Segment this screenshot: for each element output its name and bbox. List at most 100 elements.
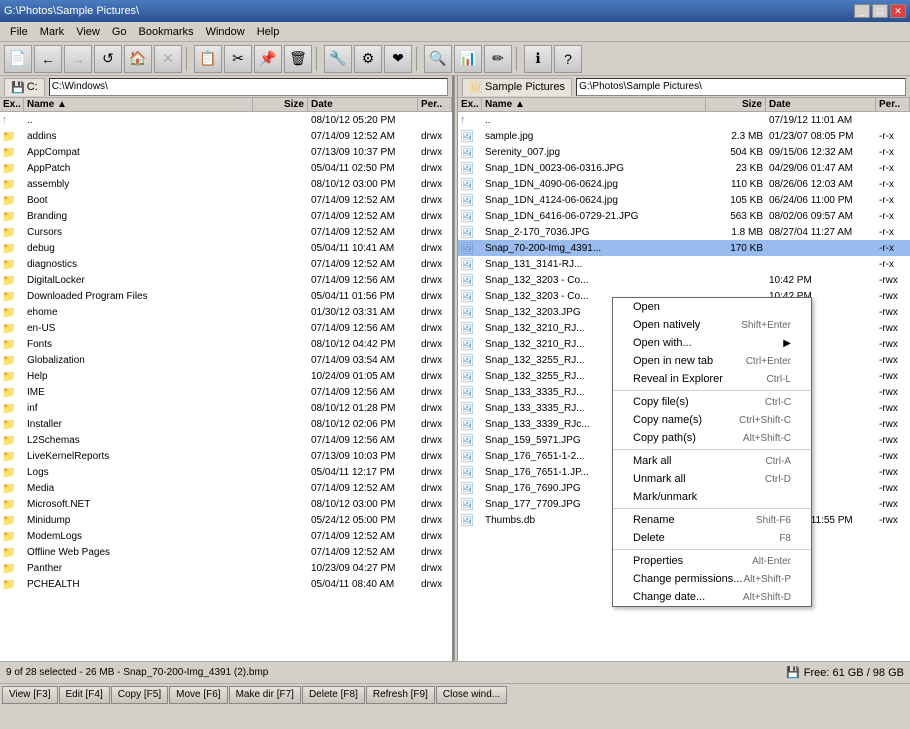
edit-button[interactable]: ✏ bbox=[484, 45, 512, 73]
left-list-item[interactable]: 📁 inf 08/10/12 01:28 PM drwx bbox=[0, 400, 452, 416]
left-list-item[interactable]: 📁 Panther 10/23/09 04:27 PM drwx bbox=[0, 560, 452, 576]
left-col-date[interactable]: Date bbox=[308, 98, 418, 111]
left-list-item[interactable]: 📁 Globalization 07/14/09 03:54 AM drwx bbox=[0, 352, 452, 368]
back-button[interactable]: ← bbox=[34, 45, 62, 73]
left-list-item[interactable]: 📁 Logs 05/04/11 12:17 PM drwx bbox=[0, 464, 452, 480]
maximize-button[interactable]: □ bbox=[872, 4, 888, 18]
stop-button[interactable]: ✕ bbox=[154, 45, 182, 73]
right-list-item[interactable]: 🖼 Snap_1DN_4124-06-0624.jpg 105 KB 06/24… bbox=[458, 192, 910, 208]
right-col-name[interactable]: Name ▲ bbox=[482, 98, 706, 111]
copy-button[interactable]: 📋 bbox=[194, 45, 222, 73]
right-list-item[interactable]: 🖼 Snap_1DN_4090-06-0624.jpg 110 KB 08/26… bbox=[458, 176, 910, 192]
ctx-item-unmark-all[interactable]: Unmark allCtrl-D bbox=[613, 470, 811, 488]
bottom-btn-view[interactable]: View [F3] bbox=[2, 686, 58, 704]
menu-item-view[interactable]: View bbox=[70, 24, 106, 40]
bottom-btn-copy[interactable]: Copy [F5] bbox=[111, 686, 168, 704]
ctx-item-properties[interactable]: PropertiesAlt-Enter bbox=[613, 552, 811, 570]
menu-item-file[interactable]: File bbox=[4, 24, 34, 40]
left-list-item[interactable]: 📁 Downloaded Program Files 05/04/11 01:5… bbox=[0, 288, 452, 304]
right-list-item[interactable]: 🖼 Snap_132_3203 - Co... 10:42 PM -rwx bbox=[458, 272, 910, 288]
menu-item-window[interactable]: Window bbox=[200, 24, 251, 40]
left-list-item[interactable]: 📁 IME 07/14/09 12:56 AM drwx bbox=[0, 384, 452, 400]
left-list-item[interactable]: 📁 Help 10/24/09 01:05 AM drwx bbox=[0, 368, 452, 384]
delete-button[interactable]: 🗑 bbox=[284, 45, 312, 73]
right-col-date[interactable]: Date bbox=[766, 98, 876, 111]
ctx-item-copy-files[interactable]: Copy file(s)Ctrl-C bbox=[613, 393, 811, 411]
help-button[interactable]: ? bbox=[554, 45, 582, 73]
view-button[interactable]: 📊 bbox=[454, 45, 482, 73]
ctx-item-open-in-new-tab[interactable]: Open in new tabCtrl+Enter bbox=[613, 352, 811, 370]
menu-item-bookmarks[interactable]: Bookmarks bbox=[133, 24, 200, 40]
right-path-input[interactable] bbox=[576, 78, 906, 96]
left-list-item[interactable]: 📁 assembly 08/10/12 03:00 PM drwx bbox=[0, 176, 452, 192]
right-list-item[interactable]: 🖼 Snap_2-170_7036.JPG 1.8 MB 08/27/04 11… bbox=[458, 224, 910, 240]
left-list-item[interactable]: 📁 ehome 01/30/12 03:31 AM drwx bbox=[0, 304, 452, 320]
new-tab-button[interactable]: 📄 bbox=[4, 45, 32, 73]
right-list-item[interactable]: 🖼 Serenity_007.jpg 504 KB 09/15/06 12:32… bbox=[458, 144, 910, 160]
right-list-item[interactable]: ↑ .. 07/19/12 11:01 AM bbox=[458, 112, 910, 128]
right-list-item[interactable]: 🖼 sample.jpg 2.3 MB 01/23/07 08:05 PM -r… bbox=[458, 128, 910, 144]
left-list-item[interactable]: 📁 Installer 08/10/12 02:06 PM drwx bbox=[0, 416, 452, 432]
left-list-item[interactable]: 📁 addins 07/14/09 12:52 AM drwx bbox=[0, 128, 452, 144]
bottom-btn-makedir[interactable]: Make dir [F7] bbox=[229, 686, 301, 704]
right-list-item[interactable]: 🖼 Snap_131_3141-RJ... -r-x bbox=[458, 256, 910, 272]
refresh-button[interactable]: ↺ bbox=[94, 45, 122, 73]
left-list-item[interactable]: 📁 Microsoft.NET 08/10/12 03:00 PM drwx bbox=[0, 496, 452, 512]
right-list-item[interactable]: 🖼 Snap_70-200-Img_4391... 170 KB -r-x bbox=[458, 240, 910, 256]
left-list-item[interactable]: 📁 ModemLogs 07/14/09 12:52 AM drwx bbox=[0, 528, 452, 544]
left-list-item[interactable]: 📁 DigitalLocker 07/14/09 12:56 AM drwx bbox=[0, 272, 452, 288]
ctx-item-mark-all[interactable]: Mark allCtrl-A bbox=[613, 452, 811, 470]
ctx-item-reveal-in-explorer[interactable]: Reveal in ExplorerCtrl-L bbox=[613, 370, 811, 388]
left-list-item[interactable]: 📁 Offline Web Pages 07/14/09 12:52 AM dr… bbox=[0, 544, 452, 560]
left-list-item[interactable]: 📁 L2Schemas 07/14/09 12:56 AM drwx bbox=[0, 432, 452, 448]
right-col-per[interactable]: Per.. bbox=[876, 98, 910, 111]
bookmark-button[interactable]: ❤ bbox=[384, 45, 412, 73]
left-col-per[interactable]: Per.. bbox=[418, 98, 452, 111]
left-col-name[interactable]: Name ▲ bbox=[24, 98, 253, 111]
paste-button[interactable]: 📌 bbox=[254, 45, 282, 73]
info-button[interactable]: ℹ bbox=[524, 45, 552, 73]
left-col-size[interactable]: Size bbox=[253, 98, 308, 111]
left-list-item[interactable]: 📁 PCHEALTH 05/04/11 08:40 AM drwx bbox=[0, 576, 452, 592]
left-list-item[interactable]: 📁 en-US 07/14/09 12:56 AM drwx bbox=[0, 320, 452, 336]
left-list-item[interactable]: ↑ .. 08/10/12 05:20 PM bbox=[0, 112, 452, 128]
bottom-btn-delete[interactable]: Delete [F8] bbox=[302, 686, 365, 704]
menu-item-go[interactable]: Go bbox=[106, 24, 133, 40]
bottom-btn-closewind...[interactable]: Close wind... bbox=[436, 686, 507, 704]
left-path-input[interactable] bbox=[49, 78, 448, 96]
bottom-btn-refresh[interactable]: Refresh [F9] bbox=[366, 686, 435, 704]
forward-button[interactable]: → bbox=[64, 45, 92, 73]
settings-button[interactable]: ⚙ bbox=[354, 45, 382, 73]
right-tab[interactable]: 🖼 Sample Pictures bbox=[462, 78, 572, 96]
ctx-item-markunmark[interactable]: Mark/unmark bbox=[613, 488, 811, 506]
left-tab[interactable]: 💾 C: bbox=[4, 78, 45, 96]
left-list-item[interactable]: 📁 LiveKernelReports 07/13/09 10:03 PM dr… bbox=[0, 448, 452, 464]
left-list-item[interactable]: 📁 Cursors 07/14/09 12:52 AM drwx bbox=[0, 224, 452, 240]
bottom-btn-edit[interactable]: Edit [F4] bbox=[59, 686, 110, 704]
ctx-item-copy-names[interactable]: Copy name(s)Ctrl+Shift-C bbox=[613, 411, 811, 429]
ctx-item-change-permissions[interactable]: Change permissions...Alt+Shift-P bbox=[613, 570, 811, 588]
left-list-item[interactable]: 📁 diagnostics 07/14/09 12:52 AM drwx bbox=[0, 256, 452, 272]
left-file-list[interactable]: ↑ .. 08/10/12 05:20 PM 📁 addins 07/14/09… bbox=[0, 112, 452, 661]
left-list-item[interactable]: 📁 debug 05/04/11 10:41 AM drwx bbox=[0, 240, 452, 256]
ctx-item-change-date[interactable]: Change date...Alt+Shift-D bbox=[613, 588, 811, 606]
close-button[interactable]: ✕ bbox=[890, 4, 906, 18]
tools-button[interactable]: 🔧 bbox=[324, 45, 352, 73]
menu-item-help[interactable]: Help bbox=[251, 24, 286, 40]
left-list-item[interactable]: 📁 Branding 07/14/09 12:52 AM drwx bbox=[0, 208, 452, 224]
ctx-item-copy-paths[interactable]: Copy path(s)Alt+Shift-C bbox=[613, 429, 811, 447]
right-col-size[interactable]: Size bbox=[706, 98, 766, 111]
right-list-item[interactable]: 🖼 Snap_1DN_6416-06-0729-21.JPG 563 KB 08… bbox=[458, 208, 910, 224]
right-list-item[interactable]: 🖼 Snap_1DN_0023-06-0316.JPG 23 KB 04/29/… bbox=[458, 160, 910, 176]
left-col-ex[interactable]: Ex.. bbox=[0, 98, 24, 111]
ctx-item-open-with[interactable]: Open with...▶ bbox=[613, 334, 811, 352]
ctx-item-open-natively[interactable]: Open nativelyShift+Enter bbox=[613, 316, 811, 334]
left-list-item[interactable]: 📁 Minidump 05/24/12 05:00 PM drwx bbox=[0, 512, 452, 528]
left-list-item[interactable]: 📁 Media 07/14/09 12:52 AM drwx bbox=[0, 480, 452, 496]
ctx-item-open[interactable]: Open bbox=[613, 298, 811, 316]
left-list-item[interactable]: 📁 AppPatch 05/04/11 02:50 PM drwx bbox=[0, 160, 452, 176]
home-button[interactable]: 🏠 bbox=[124, 45, 152, 73]
ctx-item-delete[interactable]: DeleteF8 bbox=[613, 529, 811, 547]
find-button[interactable]: 🔍 bbox=[424, 45, 452, 73]
left-list-item[interactable]: 📁 Boot 07/14/09 12:52 AM drwx bbox=[0, 192, 452, 208]
